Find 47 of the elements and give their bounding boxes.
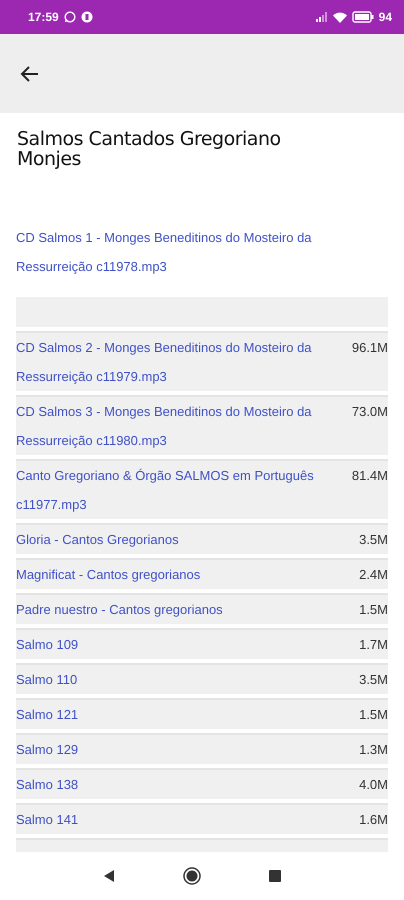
file-row[interactable]: Salmo 138 4.0M (16, 768, 388, 799)
file-size: 3.5M (358, 531, 388, 549)
file-size: 81.4M (350, 467, 388, 485)
chat-icon (64, 11, 76, 23)
file-row[interactable]: Salmo 109 1.7M (16, 628, 388, 659)
file-link[interactable]: Salmo 110 (16, 665, 356, 694)
file-link[interactable]: Salmo 138 (16, 770, 356, 799)
file-size: 2.4M (358, 566, 388, 584)
file-row[interactable]: CD Salmos 3 - Monges Beneditinos do Mosteiro da Ressurreição c11980.mp3 73.0M (16, 395, 388, 455)
file-row[interactable]: Magnificat - Cantos gregorianos 2.4M (16, 558, 388, 589)
file-size: 1.6M (358, 811, 388, 829)
battery-level: 94 (378, 10, 392, 24)
file-size: 1.5M (358, 601, 388, 619)
file-size: 3.5M (358, 671, 388, 689)
page-title: Salmos Cantados Gregoriano Monjes (17, 129, 282, 169)
back-nav-button[interactable] (103, 869, 115, 883)
signal-icon (316, 12, 328, 22)
file-link[interactable]: Padre nuestro - Cantos gregorianos (16, 595, 356, 624)
file-size: 1.3M (358, 741, 388, 759)
file-link[interactable]: CD Salmos 1 - Monges Beneditinos do Mosteiro da Ressurreição c11978.mp3 (16, 223, 388, 281)
file-link[interactable]: Gloria - Cantos Gregorianos (16, 525, 356, 554)
file-link[interactable]: CD Salmos 2 - Monges Beneditinos do Mosteiro da Ressurreição c11979.mp3 (16, 333, 348, 391)
file-row[interactable]: Salmo 141 1.6M (16, 803, 388, 834)
file-row[interactable]: Gloria - Cantos Gregorianos 3.5M (16, 523, 388, 554)
file-link[interactable]: Salmo 121 (16, 700, 356, 729)
file-row[interactable]: Salmo 110 3.5M (16, 663, 388, 694)
file-row[interactable]: Salmo 129 1.3M (16, 733, 388, 764)
file-link[interactable]: Salmo 141 (16, 805, 356, 834)
file-size: 4.0M (358, 776, 388, 794)
file-size: 1.7M (358, 636, 388, 654)
file-link[interactable]: Salmo 129 (16, 735, 356, 764)
battery-icon (352, 11, 374, 23)
clock-time: 17:59 (28, 10, 59, 24)
file-row[interactable]: Canto Gregoriano & Órgão SALMOS em Português c11977.mp3 81.4M (16, 459, 388, 519)
file-link[interactable]: CD Salmos 3 - Monges Beneditinos do Mosteiro da Ressurreição c11980.mp3 (16, 397, 348, 455)
file-row[interactable]: Padre nuestro - Cantos gregorianos 1.5M (16, 593, 388, 624)
file-row[interactable]: CD Salmos 2 - Monges Beneditinos do Mosteiro da Ressurreição c11979.mp3 96.1M (16, 331, 388, 391)
file-size: 96.1M (350, 339, 388, 357)
file-link[interactable]: Canto Gregoriano & Órgão SALMOS em Português c11977.mp3 (16, 461, 348, 519)
wifi-icon (332, 12, 347, 22)
notification-icon (80, 11, 93, 23)
file-link[interactable]: Magnificat - Cantos gregorianos (16, 560, 356, 589)
file-size: 73.0M (350, 403, 388, 421)
file-link[interactable]: Salmo 109 (16, 630, 356, 659)
home-button[interactable] (183, 867, 201, 885)
file-row[interactable]: Salmo 121 1.5M (16, 698, 388, 729)
file-size: 1.5M (358, 706, 388, 724)
